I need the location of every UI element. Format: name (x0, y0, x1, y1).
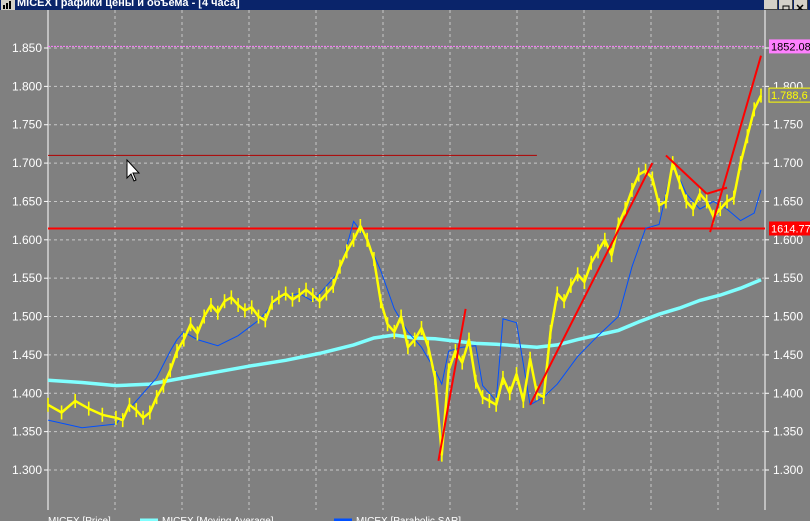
y-tick-label: 1.600 (12, 233, 42, 247)
y-tick-label-right: 1.450 (773, 348, 803, 362)
chart-grid (47, 10, 766, 510)
y-tick-label: 1.450 (12, 348, 42, 362)
y-tick-label-right: 1.400 (773, 386, 803, 400)
legend-label: MICEX [Moving Average] (162, 516, 274, 521)
y-tick-label-right: 1.650 (773, 194, 803, 208)
y-axis-left: 1.850 1.800 1.750 1.700 1.650 1.600 1.550 1.500… (12, 41, 48, 477)
y-axis-right: 1.8501.8001.7501.7001.6501.6001.5501.500… (765, 41, 803, 477)
chart-app-icon (1, 0, 15, 10)
y-tick-label: 1.300 (12, 463, 42, 477)
price-line (47, 95, 763, 456)
y-tick-label: 1.650 (12, 194, 42, 208)
title-bar[interactable]: MICEX Графики цены и объема - [4 часа] (0, 0, 810, 10)
y-tick-label-right: 1.700 (773, 156, 803, 170)
legend-label: MICEX [Price] (48, 516, 111, 521)
y-tick-label: 1.400 (12, 386, 42, 400)
trendline (529, 162, 654, 406)
upper-value-label: 1852.08 (771, 41, 810, 53)
parabolic-sar-line (47, 161, 762, 429)
y-tick-label-right: 1.500 (773, 310, 803, 324)
y-tick-label: 1.800 (12, 79, 42, 93)
y-tick-label: 1.750 (12, 118, 42, 132)
y-tick-label: 1.550 (12, 271, 42, 285)
close-button[interactable] (794, 0, 808, 10)
window-title: MICEX Графики цены и объема - [4 часа] (17, 0, 240, 9)
current-value-label: 1.788,6 (771, 90, 808, 102)
chart-legend: MICEX [Price] MICEX [Moving Average] MICEX… (48, 516, 461, 521)
restore-button[interactable] (779, 0, 793, 10)
y-tick-label-right: 1.350 (773, 425, 803, 439)
price-chart[interactable]: 1.850 1.800 1.750 1.700 1.650 1.600 1.550 1.500… (0, 10, 810, 521)
trendline (437, 308, 467, 461)
y-tick-label: 1.350 (12, 425, 42, 439)
y-tick-label-right: 1.750 (773, 118, 803, 132)
y-tick-label: 1.500 (12, 310, 42, 324)
minimize-button[interactable] (764, 0, 778, 10)
y-tick-label-right: 1.300 (773, 463, 803, 477)
chart-series (47, 88, 763, 462)
y-tick-label: 1.850 (12, 41, 42, 55)
legend-label: MICEX [Parabolic SAR] (356, 516, 461, 521)
trendline (665, 154, 708, 195)
y-tick-label-right: 1.550 (773, 271, 803, 285)
y-tick-label: 1.700 (12, 156, 42, 170)
support-value-label: 1614.77 (771, 223, 810, 235)
trendline (706, 186, 728, 195)
